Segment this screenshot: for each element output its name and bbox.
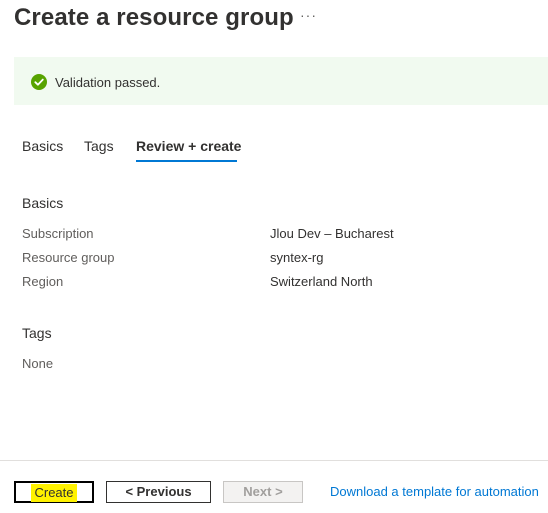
create-resource-group-page: Create a resource group ··· Validation p… (0, 0, 548, 513)
resource-group-value: syntex-rg (270, 250, 324, 265)
basics-section-heading: Basics (22, 195, 64, 211)
next-button[interactable]: Next > (223, 481, 303, 503)
subscription-label: Subscription (22, 226, 94, 241)
page-title: Create a resource group (14, 4, 294, 31)
download-template-link[interactable]: Download a template for automation (330, 484, 539, 499)
validation-message: Validation passed. (55, 75, 161, 90)
tags-section-heading: Tags (22, 325, 52, 341)
check-circle-icon (31, 74, 47, 90)
tab-review-create[interactable]: Review + create (136, 138, 241, 154)
footer-divider (0, 460, 548, 461)
resource-group-label: Resource group (22, 250, 115, 265)
validation-banner: Validation passed. (14, 57, 548, 105)
subscription-value: Jlou Dev – Bucharest (270, 226, 394, 241)
more-options-button[interactable]: ··· (300, 7, 317, 23)
create-button[interactable]: Create (14, 481, 94, 503)
active-tab-indicator (136, 160, 237, 162)
previous-button[interactable]: < Previous (106, 481, 211, 503)
tab-tags[interactable]: Tags (84, 138, 114, 154)
tab-basics[interactable]: Basics (22, 138, 63, 154)
region-value: Switzerland North (270, 274, 373, 289)
region-label: Region (22, 274, 64, 289)
create-button-label: Create (31, 484, 77, 502)
tags-value: None (22, 356, 54, 371)
